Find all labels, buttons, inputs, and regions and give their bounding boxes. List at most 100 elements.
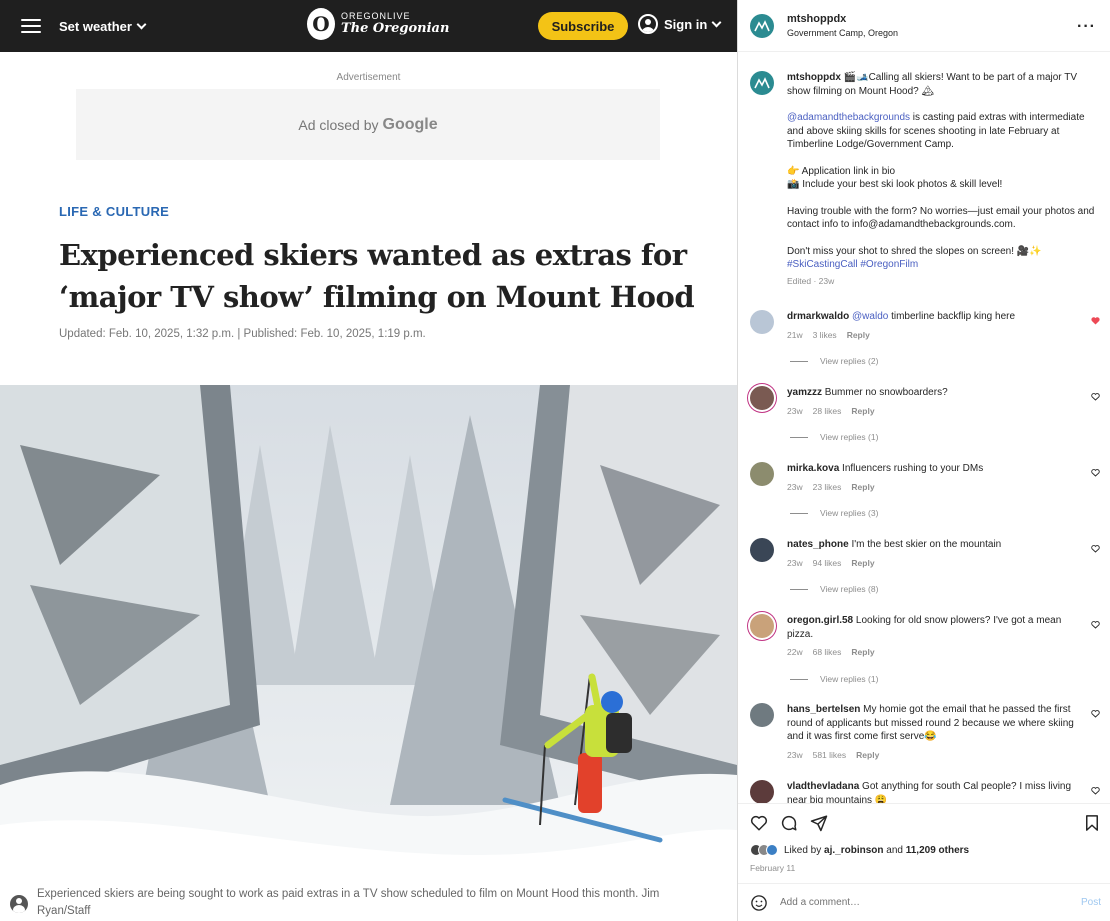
- post-comment-button[interactable]: Post: [1081, 897, 1101, 908]
- comment-text: timberline backflip king here: [888, 311, 1016, 322]
- category-link[interactable]: LIFE & CULTURE: [59, 204, 169, 219]
- post-username[interactable]: mtshoppdx: [787, 13, 898, 25]
- article-headline: Experienced skiers wanted as extras for …: [59, 238, 695, 314]
- caption-mention-link[interactable]: @adamandthebackgrounds: [787, 112, 910, 123]
- comment-age: 22w: [787, 647, 803, 657]
- commenter-avatar[interactable]: [750, 310, 774, 334]
- post-actions: Liked by aj._robinson and 11,209 others …: [738, 803, 1110, 883]
- caption-username[interactable]: mtshoppdx: [787, 72, 841, 83]
- view-replies-label: View replies (8): [820, 584, 879, 594]
- post-date: February 11: [750, 863, 796, 873]
- subscribe-button[interactable]: Subscribe: [538, 12, 628, 40]
- more-options-icon[interactable]: ···: [1077, 18, 1096, 36]
- oregonian-logo-icon: O: [307, 8, 335, 40]
- sign-in-button[interactable]: Sign in: [638, 14, 722, 34]
- comment-likes[interactable]: 94 likes: [813, 557, 842, 571]
- liker-avatar: [766, 844, 778, 856]
- comment-username[interactable]: drmarkwaldo: [787, 311, 849, 322]
- view-replies-label: View replies (3): [820, 508, 879, 518]
- view-replies-button[interactable]: View replies (8): [790, 584, 878, 594]
- article-dateline: Updated: Feb. 10, 2025, 1:32 p.m. | Publ…: [59, 328, 426, 340]
- caption-meta: Edited · 23w: [787, 275, 835, 286]
- heart-outline-icon[interactable]: [1091, 468, 1100, 477]
- heart-outline-icon[interactable]: [1091, 392, 1100, 401]
- comment-input[interactable]: [780, 897, 1060, 908]
- reply-button[interactable]: Reply: [851, 405, 874, 419]
- ad-closed-box: Ad closed by Google: [76, 89, 660, 160]
- view-replies-button[interactable]: View replies (1): [790, 432, 878, 442]
- heart-outline-icon[interactable]: [1091, 544, 1100, 553]
- heart-outline-icon[interactable]: [1091, 786, 1100, 795]
- comment-age: 23w: [787, 557, 803, 568]
- emoji-icon[interactable]: [750, 894, 768, 912]
- comment-bubble-icon[interactable]: [780, 814, 798, 832]
- post-location[interactable]: Government Camp, Oregon: [787, 28, 898, 38]
- photo-caption-text: Experienced skiers are being sought to w…: [37, 888, 660, 917]
- likes-summary[interactable]: Liked by aj._robinson and 11,209 others: [750, 844, 969, 856]
- mtshoppdx-avatar[interactable]: [750, 71, 774, 95]
- commenter-avatar[interactable]: [750, 462, 774, 486]
- comment-age: 23w: [787, 405, 803, 416]
- logo-big-text: The Oregonian: [341, 20, 450, 36]
- comment-username[interactable]: hans_bertelsen: [787, 704, 860, 715]
- set-weather-label: Set weather: [59, 18, 132, 34]
- heart-filled-icon[interactable]: [1091, 316, 1100, 325]
- comment-age: 23w: [787, 481, 803, 492]
- commenter-avatar[interactable]: [750, 703, 774, 727]
- set-weather-button[interactable]: Set weather: [59, 18, 147, 34]
- heart-outline-icon[interactable]: [1091, 709, 1100, 718]
- view-replies-label: View replies (1): [820, 674, 879, 684]
- comment-username[interactable]: vladthevladana: [787, 781, 859, 792]
- article-photo[interactable]: [0, 385, 737, 877]
- commenter-avatar[interactable]: [750, 538, 774, 562]
- menu-icon[interactable]: [21, 19, 41, 33]
- save-button[interactable]: [1083, 814, 1101, 837]
- heart-outline-icon[interactable]: [1091, 620, 1100, 629]
- view-replies-button[interactable]: View replies (3): [790, 508, 878, 518]
- comment-likes[interactable]: 28 likes: [813, 405, 842, 419]
- comment-username[interactable]: mirka.kova: [787, 463, 839, 474]
- caption-line-4: 📸 Include your best ski look photos & sk…: [787, 179, 1003, 190]
- liker-username[interactable]: aj._robinson: [824, 845, 883, 856]
- photo-caption: Experienced skiers are being sought to w…: [0, 881, 737, 921]
- comment-mention-link[interactable]: @waldo: [852, 311, 888, 322]
- commenter-avatar[interactable]: [750, 780, 774, 803]
- reply-button[interactable]: Reply: [847, 329, 870, 343]
- view-replies-label: View replies (2): [820, 356, 879, 366]
- post-caption: mtshoppdx 🎬🎿Calling all skiers! Want to …: [750, 71, 1100, 288]
- caption-line-6: Don't miss your shot to shred the slopes…: [787, 245, 1042, 257]
- view-replies-label: View replies (1): [820, 432, 879, 442]
- comment-likes[interactable]: 23 likes: [813, 481, 842, 495]
- commenter-avatar[interactable]: [750, 386, 774, 410]
- share-send-icon[interactable]: [810, 814, 828, 832]
- instagram-panel: mtshoppdx Government Camp, Oregon ··· mt…: [737, 0, 1110, 921]
- site-logo[interactable]: O OREGONLIVE The Oregonian: [307, 8, 449, 40]
- comments-scroll-area[interactable]: mtshoppdx 🎬🎿Calling all skiers! Want to …: [738, 53, 1110, 803]
- view-replies-button[interactable]: View replies (1): [790, 674, 878, 684]
- reply-button[interactable]: Reply: [851, 481, 874, 495]
- caption-hashtags[interactable]: #SkiCastingCall #OregonFilm: [787, 258, 1097, 272]
- comment-item: yamzzz Bummer no snowboarders? 23w 28 lik…: [750, 386, 1100, 418]
- reply-button[interactable]: Reply: [851, 646, 874, 660]
- likes-middle: and: [883, 844, 906, 856]
- caption-line-3: 👉 Application link in bio: [787, 165, 896, 177]
- comment-text: Bummer no snowboarders?: [824, 387, 948, 398]
- like-heart-icon[interactable]: [750, 814, 768, 832]
- mtshoppdx-avatar[interactable]: [750, 13, 774, 38]
- commenter-avatar[interactable]: [750, 614, 774, 638]
- reply-button[interactable]: Reply: [856, 749, 879, 763]
- comment-username[interactable]: nates_phone: [787, 539, 849, 550]
- mountain-logo-icon: [754, 77, 770, 89]
- site-topbar: Set weather O OREGONLIVE The Oregonian S…: [0, 0, 737, 52]
- comment-likes[interactable]: 68 likes: [813, 646, 842, 660]
- advertisement-label: Advertisement: [336, 72, 401, 83]
- view-replies-button[interactable]: View replies (2): [790, 356, 878, 366]
- comment-likes[interactable]: 3 likes: [813, 329, 837, 343]
- comment-item: mirka.kova Influencers rushing to your D…: [750, 462, 1100, 494]
- reply-button[interactable]: Reply: [851, 557, 874, 571]
- article-panel: Set weather O OREGONLIVE The Oregonian S…: [0, 0, 737, 921]
- comment-username[interactable]: oregon.girl.58: [787, 615, 853, 626]
- comment-likes[interactable]: 581 likes: [813, 749, 847, 763]
- comment-username[interactable]: yamzzz: [787, 387, 822, 398]
- likes-count[interactable]: 11,209 others: [906, 845, 969, 856]
